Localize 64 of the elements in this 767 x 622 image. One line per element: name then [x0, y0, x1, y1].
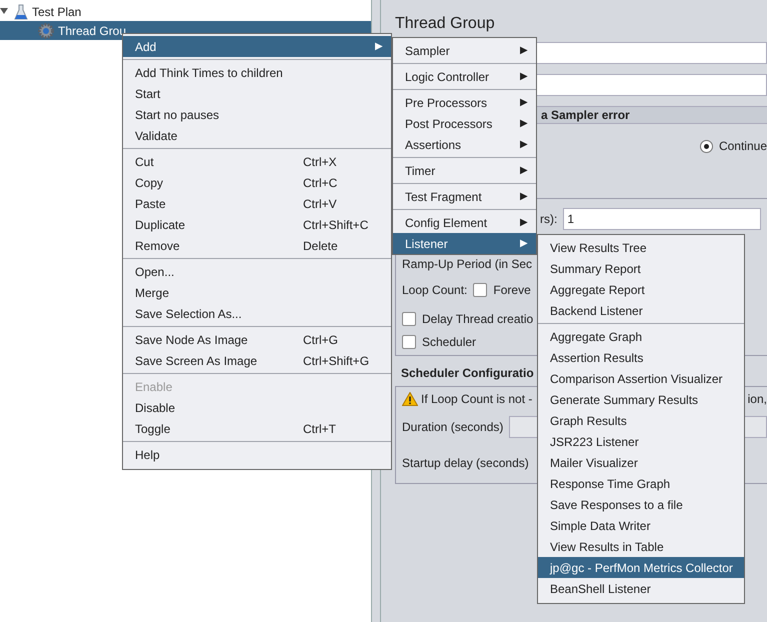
menu-item[interactable]: Timer ▶ — [393, 160, 536, 181]
radio-label: Continue — [718, 138, 767, 155]
flask-icon — [14, 4, 28, 20]
menu-item[interactable]: Backend Listener — [538, 300, 744, 321]
menu-item[interactable]: Sampler ▶ — [393, 40, 536, 61]
menu-item[interactable]: Help — [123, 444, 391, 465]
menu-item[interactable]: Open... — [123, 261, 391, 282]
field-label: rs): — [540, 211, 558, 228]
menu-item[interactable]: Aggregate Report — [538, 279, 744, 300]
checkbox[interactable] — [402, 334, 416, 348]
menu-item[interactable]: Paste Ctrl+V — [123, 193, 391, 214]
menu-item[interactable]: Disable — [123, 397, 391, 418]
threads-field[interactable]: 1 — [563, 208, 761, 230]
menu-item[interactable]: View Results in Table — [538, 536, 744, 557]
menu-item[interactable]: Duplicate Ctrl+Shift+C — [123, 214, 391, 235]
menu-item[interactable]: Config Element ▶ — [393, 212, 536, 233]
checkbox[interactable] — [402, 312, 416, 326]
menu-item[interactable]: Save Screen As Image Ctrl+Shift+G — [123, 350, 391, 371]
menu-item[interactable]: Add Think Times to children — [123, 62, 391, 83]
menu-item[interactable]: Graph Results — [538, 410, 744, 431]
warning-text: If Loop Count is not - — [421, 391, 532, 408]
menu-item[interactable]: Logic Controller ▶ — [393, 66, 536, 87]
menu-item[interactable]: Merge — [123, 282, 391, 303]
menu-item[interactable]: Toggle Ctrl+T — [123, 418, 391, 439]
menu-item[interactable]: Cut Ctrl+X — [123, 151, 391, 172]
menu-item[interactable]: Validate — [123, 125, 391, 146]
field-label: Startup delay (seconds) — [402, 455, 529, 472]
menu-item[interactable]: JSR223 Listener — [538, 431, 744, 452]
panel-title: Thread Group — [395, 14, 496, 34]
menu-item[interactable]: Save Selection As... — [123, 303, 391, 324]
menu-item[interactable]: Start — [123, 83, 391, 104]
menu-item[interactable]: Listener ▶ — [393, 233, 536, 254]
checkbox-label: Foreve — [493, 282, 531, 299]
gear-icon — [38, 22, 54, 38]
menu-item[interactable]: Summary Report — [538, 258, 744, 279]
menu-item[interactable]: Remove Delete — [123, 235, 391, 256]
menu-item[interactable]: Copy Ctrl+C — [123, 172, 391, 193]
field-label: Duration (seconds) — [402, 419, 504, 436]
section-header: Scheduler Configuratio — [400, 365, 534, 382]
menu-item[interactable]: Assertion Results — [538, 347, 744, 368]
menu-item[interactable]: Comparison Assertion Visualizer — [538, 368, 744, 389]
menu-item[interactable]: Start no pauses — [123, 104, 391, 125]
tree-item[interactable]: Test Plan — [0, 2, 371, 21]
menu-item[interactable]: Aggregate Graph — [538, 326, 744, 347]
warning-icon — [402, 392, 418, 406]
menu-item[interactable]: Response Time Graph — [538, 473, 744, 494]
menu-item[interactable]: Test Fragment ▶ — [393, 186, 536, 207]
menu-item[interactable]: jp@gc - PerfMon Metrics Collector — [538, 557, 744, 578]
menu-item[interactable]: BeanShell Listener — [538, 578, 744, 599]
menu-item[interactable]: Simple Data Writer — [538, 515, 744, 536]
menu-item[interactable]: Assertions ▶ — [393, 134, 536, 155]
menu-item[interactable]: Save Node As Image Ctrl+G — [123, 329, 391, 350]
menu-item[interactable]: Mailer Visualizer — [538, 452, 744, 473]
menu-item[interactable]: Save Responses to a file — [538, 494, 744, 515]
menu-item[interactable]: Add ▶ — [123, 36, 391, 57]
menu-item[interactable]: View Results Tree — [538, 237, 744, 258]
checkbox-label: Delay Thread creatio — [422, 310, 534, 328]
warning-text: ion, — [748, 391, 767, 408]
checkbox-label: Scheduler — [422, 334, 476, 350]
radio-button[interactable] — [700, 140, 713, 152]
field-label: Loop Count: — [402, 282, 468, 299]
menu-item[interactable]: Generate Summary Results — [538, 389, 744, 410]
checkbox[interactable] — [473, 283, 488, 297]
field-label: Ramp-Up Period (in Sec — [402, 256, 532, 273]
